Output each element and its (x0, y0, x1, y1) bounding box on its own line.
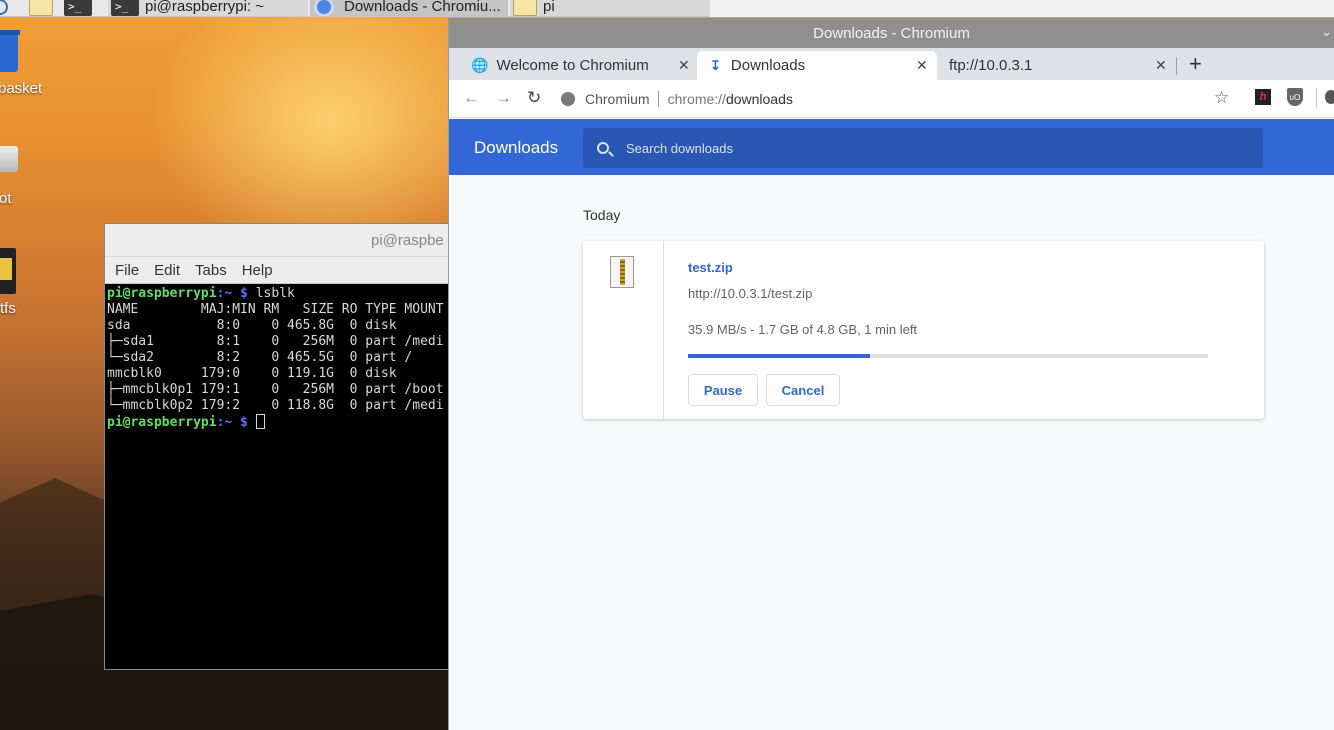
downloads-list: Today test.zip http://10.0.3.1/test.zip … (449, 175, 1334, 730)
terminal-line: ├─mmcblk0p1 179:1 0 256M 0 part /boot (107, 382, 444, 397)
terminal-line: └─sda2 8:2 0 465.5G 0 part / (107, 350, 413, 365)
toolbar-separator (1316, 88, 1317, 108)
omnibox-separator (657, 90, 659, 107)
prompt-user: pi@raspberrypi (107, 415, 217, 430)
new-tab-button[interactable]: + (1189, 51, 1202, 77)
desktop-icon-label[interactable]: ot (0, 190, 12, 207)
terminal-title: pi@raspbe (371, 232, 444, 249)
tab-separator (1176, 57, 1177, 75)
drive-icon[interactable] (0, 146, 18, 172)
globe-icon (0, 0, 8, 15)
terminal-cursor (255, 414, 265, 429)
url-scheme: chrome:// (667, 90, 726, 107)
menu-tabs[interactable]: Tabs (195, 262, 227, 279)
extension-h-icon[interactable]: h (1255, 89, 1271, 105)
close-icon[interactable]: ✕ (678, 57, 690, 74)
site-info-icon[interactable] (561, 91, 575, 106)
chevron-down-icon[interactable]: ⌄ (1321, 24, 1332, 40)
terminal-line: ├─sda1 8:1 0 256M 0 part /medi (107, 334, 444, 349)
tab-label: ftp://10.0.3.1 (949, 57, 1033, 74)
pause-button[interactable]: Pause (688, 374, 758, 406)
search-downloads-field[interactable]: Search downloads (583, 128, 1263, 168)
download-source-url[interactable]: http://10.0.3.1/test.zip (688, 286, 812, 301)
prompt-symbol: $ (232, 415, 248, 430)
date-group-heading: Today (583, 207, 621, 223)
terminal-icon: >_ (111, 0, 139, 16)
terminal-command-line: pi@raspberrypi:~ $ lsblk (107, 286, 449, 302)
url-host: downloads (725, 90, 793, 107)
window-title: Downloads - Chromium (813, 24, 970, 42)
tab-downloads[interactable]: ↧ Downloads ✕ (697, 51, 937, 80)
prompt-user: pi@raspberrypi (107, 286, 217, 301)
terminal-line: mmcblk0 179:0 0 119.1G 0 disk (107, 366, 397, 381)
chromium-window[interactable]: Downloads - Chromium ⌄ 🌐 Welcome to Chro… (448, 18, 1334, 730)
taskbar-task-label: pi@raspberrypi: ~ (145, 0, 265, 15)
address-bar[interactable]: Chromium chrome:// downloads (561, 85, 1251, 112)
terminal-line: NAME MAJ:MIN RM SIZE RO TYPE MOUNT (107, 302, 444, 317)
cancel-button[interactable]: Cancel (766, 374, 840, 406)
prompt-path: :~ (216, 415, 233, 430)
bookmark-star-icon[interactable]: ☆ (1214, 88, 1229, 108)
menu-file[interactable]: File (115, 262, 139, 279)
profile-avatar-icon[interactable] (1325, 90, 1334, 104)
close-icon[interactable]: ✕ (916, 57, 928, 74)
download-status: 35.9 MB/s - 1.7 GB of 4.8 GB, 1 min left (688, 322, 918, 337)
desktop-icon-label[interactable]: tfs (0, 300, 16, 317)
file-icon-column (583, 241, 664, 419)
prompt-symbol: $ (232, 286, 248, 301)
terminal-window[interactable]: pi@raspbe File Edit Tabs Help pi@raspber… (104, 223, 450, 670)
download-filename-link[interactable]: test.zip (688, 260, 733, 275)
terminal-command: lsblk (247, 286, 295, 301)
search-placeholder: Search downloads (626, 140, 733, 156)
terminal-line: sda 8:0 0 465.8G 0 disk (107, 318, 397, 333)
wastebasket-icon[interactable] (0, 30, 20, 72)
tab-ftp[interactable]: ftp://10.0.3.1 ✕ (937, 51, 1173, 80)
tab-welcome[interactable]: 🌐 Welcome to Chromium ✕ (461, 51, 697, 80)
site-chip: Chromium (585, 90, 650, 107)
terminal-titlebar[interactable]: pi@raspbe (105, 224, 449, 257)
tab-label: Downloads (730, 57, 806, 74)
terminal-output[interactable]: pi@raspberrypi:~ $ lsblk NAME MAJ:MIN RM … (105, 284, 449, 431)
tab-strip: 🌐 Welcome to Chromium ✕ ↧ Downloads ✕ ft… (449, 48, 1334, 80)
menu-edit[interactable]: Edit (154, 262, 180, 279)
close-icon[interactable]: ✕ (1155, 57, 1167, 74)
taskbar-empty-area (710, 0, 1334, 17)
menu-help[interactable]: Help (242, 262, 273, 279)
zip-file-icon (610, 256, 634, 288)
chromium-icon (314, 0, 334, 16)
page-title: Downloads (474, 138, 559, 157)
tab-label: Welcome to Chromium (496, 57, 649, 74)
sd-card-icon[interactable] (0, 248, 16, 294)
taskbar-task-folder[interactable]: pi (510, 0, 710, 16)
file-manager-launcher[interactable] (29, 0, 53, 16)
taskbar-task-label: pi (543, 0, 555, 15)
forward-button[interactable]: → (495, 88, 512, 108)
desktop-icon-label[interactable]: basket (0, 80, 42, 97)
download-progress-fill (688, 354, 870, 358)
folder-icon (513, 0, 537, 16)
terminal-prompt-line: pi@raspberrypi:~ $ (107, 414, 449, 431)
ublock-icon[interactable]: uO (1287, 88, 1303, 106)
taskbar: >_ >_ pi@raspberrypi: ~ Downloads - Chro… (0, 0, 710, 17)
taskbar-task-chromium[interactable]: Downloads - Chromiu... (310, 0, 508, 16)
downloads-header: Downloads Search downloads (449, 119, 1334, 175)
reload-button[interactable]: ↻ (527, 88, 541, 108)
taskbar-task-terminal[interactable]: >_ pi@raspberrypi: ~ (108, 0, 308, 16)
chromium-titlebar[interactable]: Downloads - Chromium ⌄ (449, 18, 1334, 48)
back-button[interactable]: ← (463, 88, 480, 108)
download-icon: ↧ (710, 57, 721, 73)
globe-icon: 🌐 (471, 57, 489, 73)
terminal-icon: >_ (64, 0, 92, 16)
menu-button[interactable] (0, 0, 8, 16)
download-item: test.zip http://10.0.3.1/test.zip 35.9 M… (583, 241, 1264, 419)
browser-toolbar: ← → ↻ Chromium chrome:// downloads ☆ h u… (449, 80, 1334, 118)
folder-icon (29, 0, 53, 16)
download-progress-bar (688, 354, 1208, 358)
terminal-line: └─mmcblk0p2 179:2 0 118.8G 0 part /medi (107, 398, 444, 413)
terminal-menubar: File Edit Tabs Help (105, 257, 449, 284)
prompt-path: :~ (216, 286, 233, 301)
search-icon (597, 142, 609, 154)
terminal-launcher[interactable]: >_ (64, 0, 92, 16)
taskbar-task-label: Downloads - Chromiu... (344, 0, 501, 15)
